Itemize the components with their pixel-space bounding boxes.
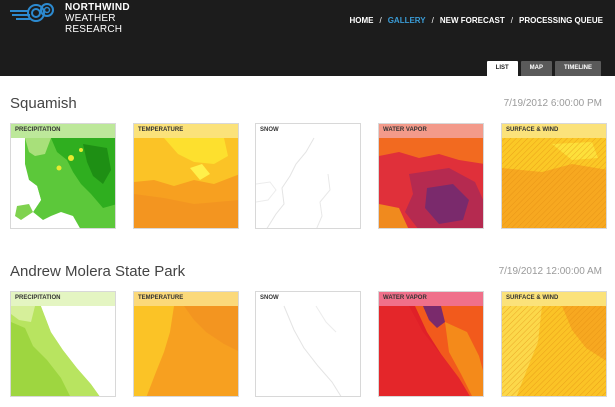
tab-timeline[interactable]: TIMELINE bbox=[555, 61, 601, 76]
tile-label: PRECIPITATION bbox=[15, 127, 61, 133]
tile-label: WATER VAPOR bbox=[383, 127, 427, 133]
nav-separator: / bbox=[510, 16, 513, 25]
temperature-map-icon bbox=[134, 124, 238, 228]
nav-separator: / bbox=[379, 16, 382, 25]
nav-new-forecast[interactable]: NEW FORECAST bbox=[440, 16, 505, 25]
tile-label: SURFACE & WIND bbox=[506, 295, 559, 301]
tile-label: SNOW bbox=[260, 127, 279, 133]
tile-label: TEMPERATURE bbox=[138, 295, 184, 301]
tile-surface-wind[interactable]: SURFACE & WIND bbox=[501, 291, 607, 397]
logo-icon bbox=[10, 3, 54, 22]
main-nav: HOME / GALLERY / NEW FORECAST / PROCESSI… bbox=[349, 16, 603, 25]
brand-tagline: WEATHER RESEARCH bbox=[65, 13, 123, 35]
tile-label: PRECIPITATION bbox=[15, 295, 61, 301]
app-header: NORTHWIND WEATHER RESEARCH HOME / GALLER… bbox=[0, 0, 615, 76]
tile-snow[interactable]: SNOW bbox=[255, 123, 361, 229]
snow-map-icon bbox=[256, 124, 360, 228]
tile-temperature[interactable]: TEMPERATURE bbox=[133, 291, 239, 397]
surface-wind-map-icon bbox=[502, 292, 606, 396]
tile-water-vapor[interactable]: WATER VAPOR bbox=[378, 123, 484, 229]
nav-home[interactable]: HOME bbox=[349, 16, 373, 25]
tile-temperature[interactable]: TEMPERATURE bbox=[133, 123, 239, 229]
tile-precipitation[interactable]: PRECIPITATION bbox=[10, 291, 116, 397]
tile-surface-wind[interactable]: SURFACE & WIND bbox=[501, 123, 607, 229]
brand-name: NORTHWIND bbox=[65, 2, 130, 13]
precipitation-map-icon bbox=[11, 292, 115, 396]
precipitation-map-icon bbox=[11, 124, 115, 228]
temperature-map-icon bbox=[134, 292, 238, 396]
tile-label: WATER VAPOR bbox=[383, 295, 427, 301]
logo[interactable]: NORTHWIND WEATHER RESEARCH bbox=[10, 2, 170, 35]
water-vapor-map-icon bbox=[379, 292, 483, 396]
nav-separator: / bbox=[431, 16, 434, 25]
nav-gallery[interactable]: GALLERY bbox=[388, 16, 426, 25]
view-tabs: LIST MAP TIMELINE bbox=[486, 61, 601, 76]
forecast-title[interactable]: Andrew Molera State Park bbox=[10, 263, 185, 280]
surface-wind-map-icon bbox=[502, 124, 606, 228]
tab-list[interactable]: LIST bbox=[486, 61, 518, 76]
forecast-datetime: 7/19/2012 12:00:00 AM bbox=[498, 266, 602, 277]
forecast-title[interactable]: Squamish bbox=[10, 95, 77, 112]
tile-snow[interactable]: SNOW bbox=[255, 291, 361, 397]
tile-label: SURFACE & WIND bbox=[506, 127, 559, 133]
tile-precipitation[interactable]: PRECIPITATION bbox=[10, 123, 116, 229]
tile-water-vapor[interactable]: WATER VAPOR bbox=[378, 291, 484, 397]
water-vapor-map-icon bbox=[379, 124, 483, 228]
snow-map-icon bbox=[256, 292, 360, 396]
tile-label: TEMPERATURE bbox=[138, 127, 184, 133]
nav-processing-queue[interactable]: PROCESSING QUEUE bbox=[519, 16, 603, 25]
tile-label: SNOW bbox=[260, 295, 279, 301]
tab-map[interactable]: MAP bbox=[520, 61, 552, 76]
forecast-datetime: 7/19/2012 6:00:00 PM bbox=[503, 98, 602, 109]
